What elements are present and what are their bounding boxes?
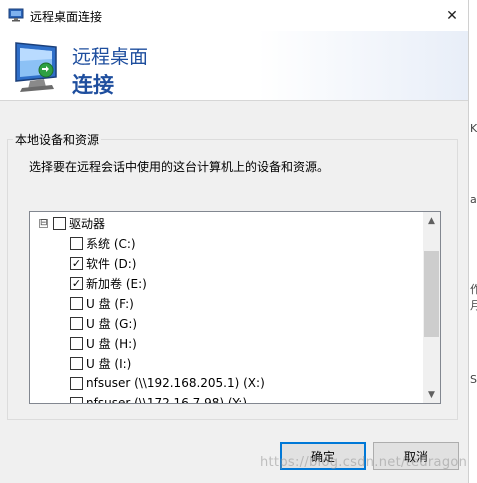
- remote-desktop-icon: [8, 8, 24, 22]
- tree-scrollbar[interactable]: ▲ ▼: [423, 212, 440, 403]
- drives-checkbox[interactable]: [53, 216, 66, 230]
- checkbox[interactable]: [70, 236, 83, 250]
- tree-item-label: nfsuser (\\172.16.7.98) (Y:): [86, 396, 247, 404]
- drives-tree[interactable]: ⊟ 驱动器 系统 (C:) ✓ 软件 (D:) ✓ 新加卷 (E:) U 盘 (F:) U …: [29, 211, 441, 404]
- background-text-fragment: K: [470, 122, 477, 135]
- window-title: 远程桌面连接: [30, 10, 103, 24]
- close-icon: ✕: [446, 7, 458, 24]
- checkbox[interactable]: [70, 316, 83, 330]
- remote-desktop-dialog: 远程桌面连接 ✕ 远程桌面 连接 本地设备和资源 选择要在远程会话中使用的这台计…: [0, 0, 468, 483]
- scroll-thumb[interactable]: [424, 251, 439, 337]
- tree-item[interactable]: U 盘 (I:): [70, 353, 131, 373]
- checkbox[interactable]: [70, 296, 83, 310]
- background-text-fragment: S: [470, 373, 477, 386]
- tree-item[interactable]: 系统 (C:): [70, 233, 136, 253]
- tree-item[interactable]: U 盘 (G:): [70, 313, 137, 333]
- tree-item[interactable]: U 盘 (F:): [70, 293, 134, 313]
- tree-item-label: 软件 (D:): [86, 256, 137, 271]
- header-banner: 远程桌面 连接: [0, 31, 468, 101]
- tree-item-label: U 盘 (I:): [86, 356, 132, 371]
- tree-item[interactable]: ✓ 新加卷 (E:): [70, 273, 147, 293]
- tree-item-label: nfsuser (\\192.168.205.1) (X:): [86, 376, 265, 390]
- remote-desktop-monitor-icon: [15, 42, 57, 92]
- checked-checkbox-icon[interactable]: ✓: [70, 276, 83, 290]
- close-button[interactable]: ✕: [436, 0, 468, 31]
- background-window-edge: [468, 0, 477, 483]
- checkbox[interactable]: [70, 356, 83, 370]
- tree-item[interactable]: U 盘 (H:): [70, 333, 137, 353]
- tree-item-label: 新加卷 (E:): [86, 276, 147, 291]
- background-text-fragment: 作月: [470, 283, 477, 312]
- group-title: 本地设备和资源: [13, 131, 102, 148]
- tree-item[interactable]: nfsuser (\\192.168.205.1) (X:): [70, 373, 265, 393]
- watermark: https://blog.csdn.net/tedragon: [260, 455, 468, 470]
- tree-item[interactable]: ✓ 软件 (D:): [70, 253, 136, 273]
- tree-item-label: U 盘 (G:): [86, 316, 138, 331]
- tree-item-label: U 盘 (F:): [86, 296, 134, 311]
- checkbox[interactable]: [70, 396, 83, 403]
- collapse-icon[interactable]: ⊟: [39, 218, 48, 228]
- tree-root-label: 驱动器: [69, 216, 106, 231]
- tree-item-label: U 盘 (H:): [86, 336, 137, 351]
- checkbox[interactable]: [70, 376, 83, 390]
- tree-item[interactable]: nfsuser (\\172.16.7.98) (Y:): [70, 393, 247, 404]
- scroll-up-icon[interactable]: ▲: [423, 212, 440, 229]
- title-bar[interactable]: 远程桌面连接 ✕: [0, 0, 468, 31]
- tree-item-label: 系统 (C:): [86, 236, 136, 251]
- checkbox[interactable]: [70, 336, 83, 350]
- background-text-fragment: a: [470, 193, 477, 206]
- banner-title-line1: 远程桌面: [72, 46, 149, 68]
- banner-title-line2: 连接: [72, 73, 114, 97]
- group-description: 选择要在远程会话中使用的这台计算机上的设备和资源。: [29, 160, 330, 174]
- checked-checkbox-icon[interactable]: ✓: [70, 256, 83, 270]
- tree-root-drives[interactable]: ⊟ 驱动器: [39, 213, 105, 233]
- scroll-down-icon[interactable]: ▼: [423, 386, 440, 403]
